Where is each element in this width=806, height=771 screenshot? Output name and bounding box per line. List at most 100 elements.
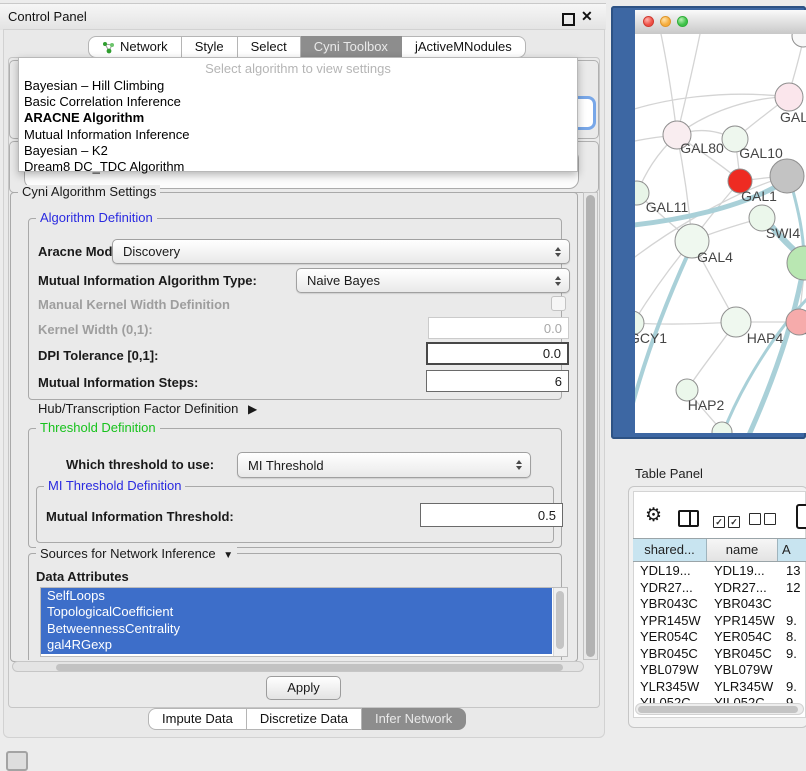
network-canvas[interactable]: GALGAL80GAL10GAL1GAL11SWI4GAL4GCY1HAP4YH…	[635, 34, 806, 433]
network-node-top-partial[interactable]	[792, 34, 806, 47]
network-canvas-svg: GALGAL80GAL10GAL1GAL11SWI4GAL4GCY1HAP4YH…	[635, 34, 806, 433]
node-label: SWI4	[766, 225, 800, 241]
table-cell: YER054C	[708, 629, 780, 646]
settings-horizontal-scrollbar[interactable]	[12, 661, 584, 672]
cyni-bottom-tabs: Impute Data Discretize Data Infer Networ…	[148, 708, 466, 730]
dropdown-item[interactable]: Dream8 DC_TDC Algorithm	[19, 159, 577, 175]
table-panel-title: Table Panel	[635, 466, 703, 481]
attribute-item-selected[interactable]: SelfLoops	[41, 588, 552, 604]
table-cell: 9.	[780, 679, 806, 696]
mi-steps-label: Mutual Information Steps:	[38, 375, 198, 390]
gear-icon[interactable]: ⚙	[645, 506, 662, 526]
combo-arrows-icon	[555, 276, 561, 286]
mi-steps-input[interactable]: 6	[426, 370, 569, 392]
float-window-button[interactable]	[562, 13, 575, 26]
tab-jactivemnodules-label: jActiveMNodules	[415, 36, 512, 58]
network-edge[interactable]	[677, 34, 700, 135]
mi-algorithm-type-value: Naive Bayes	[307, 273, 380, 288]
tab-style[interactable]: Style	[182, 36, 238, 58]
deselect-all-checks-icon[interactable]	[749, 513, 779, 528]
node-label: GAL10	[739, 145, 783, 161]
list-vertical-scrollbar[interactable]	[553, 588, 567, 656]
network-node-pink-top[interactable]	[775, 83, 803, 111]
column-header-clipped[interactable]: A	[778, 539, 806, 561]
settings-vertical-scrollbar[interactable]	[583, 192, 598, 660]
table-row[interactable]: YBR043CYBR043C	[633, 596, 806, 613]
expander-arrow-down-icon: ▼	[223, 550, 233, 561]
mi-algorithm-type-label: Mutual Information Algorithm Type:	[38, 273, 257, 288]
table-row[interactable]: YBR045CYBR045C9.	[633, 646, 806, 663]
table-cell: YBR043C	[633, 596, 708, 613]
network-node-green[interactable]	[787, 246, 806, 280]
tab-infer-network-label: Infer Network	[375, 708, 452, 730]
dropdown-item[interactable]: Bayesian – K2	[19, 143, 577, 159]
tab-style-label: Style	[195, 36, 224, 58]
table-row[interactable]: YER054CYER054C8.	[633, 629, 806, 646]
hub-definition-expander[interactable]: Hub/Transcription Factor Definition ▶	[38, 401, 257, 416]
scrollbar-thumb[interactable]	[638, 706, 798, 713]
dropdown-item[interactable]: Bayesian – Hill Climbing	[19, 78, 577, 94]
apply-button[interactable]: Apply	[266, 676, 341, 700]
table-row[interactable]: YLR345WYLR345W9.	[633, 679, 806, 696]
minimize-traffic-light[interactable]	[660, 16, 671, 27]
table-cell: YDR27...	[708, 580, 780, 597]
table-cell: YLR345W	[633, 679, 708, 696]
which-threshold-select[interactable]: MI Threshold	[237, 452, 531, 478]
table-cell	[780, 662, 806, 679]
corner-widget-icon[interactable]	[6, 751, 28, 771]
tab-cyni-toolbox[interactable]: Cyni Toolbox	[301, 36, 402, 58]
tab-network[interactable]: Network	[88, 36, 182, 58]
data-attributes-list: SelfLoops TopologicalCoefficient Between…	[40, 587, 568, 657]
network-edge[interactable]	[744, 264, 804, 433]
table-rows: YDL19...YDL19...13YDR27...YDR27...12YBR0…	[633, 563, 806, 707]
tab-discretize-data[interactable]: Discretize Data	[247, 708, 362, 730]
dpi-tolerance-label: DPI Tolerance [0,1]:	[38, 348, 158, 363]
table-cell: YER054C	[633, 629, 708, 646]
tab-jactivemnodules[interactable]: jActiveMNodules	[402, 36, 526, 58]
new-column-icon[interactable]	[796, 504, 806, 529]
close-traffic-light[interactable]	[643, 16, 654, 27]
attribute-item-selected[interactable]: gal4RGexp	[41, 637, 552, 653]
tab-infer-network[interactable]: Infer Network	[362, 708, 466, 730]
split-view-icon[interactable]	[678, 510, 699, 527]
table-row[interactable]: YPR145WYPR145W9.	[633, 613, 806, 630]
aracne-mode-value: Discovery	[123, 244, 180, 259]
aracne-mode-select[interactable]: Discovery	[112, 239, 570, 264]
scrollbar-thumb[interactable]	[556, 591, 564, 649]
manual-kernel-checkbox[interactable]	[551, 296, 566, 311]
combo-arrows-icon	[516, 460, 522, 470]
table-cell: YDR27...	[633, 580, 708, 597]
network-edge[interactable]	[661, 34, 677, 135]
table-horizontal-scrollbar[interactable]	[635, 703, 804, 715]
select-all-checks-icon[interactable]: ✓✓	[713, 513, 743, 528]
table-cell: 13	[780, 563, 806, 580]
attribute-item-selected[interactable]: TopologicalCoefficient	[41, 604, 552, 620]
table-cell: YPR145W	[708, 613, 780, 630]
dropdown-item-selected[interactable]: ARACNE Algorithm	[19, 110, 577, 126]
algorithm-dropdown-popup: Select algorithm to view settings Bayesi…	[18, 57, 578, 172]
table-row[interactable]: YBL079WYBL079W	[633, 662, 806, 679]
zoom-traffic-light[interactable]	[677, 16, 688, 27]
kernel-width-input[interactable]: 0.0	[428, 317, 569, 339]
tab-select[interactable]: Select	[238, 36, 301, 58]
column-header-shared[interactable]: shared...	[633, 539, 707, 561]
dpi-tolerance-input[interactable]: 0.0	[426, 342, 569, 365]
kernel-width-label: Kernel Width (0,1):	[38, 322, 153, 337]
table-cell: 12	[780, 580, 806, 597]
attribute-item-selected[interactable]: BetweennessCentrality	[41, 621, 552, 637]
table-row[interactable]: YDL19...YDL19...13	[633, 563, 806, 580]
table-row[interactable]: YDR27...YDR27...12	[633, 580, 806, 597]
mi-threshold-input[interactable]: 0.5	[420, 503, 563, 527]
scrollbar-thumb[interactable]	[56, 664, 563, 671]
dropdown-item[interactable]: Mutual Information Inference	[19, 127, 577, 143]
dropdown-item[interactable]: Basic Correlation Inference	[19, 94, 577, 110]
tab-impute-data[interactable]: Impute Data	[148, 708, 247, 730]
scrollbar-thumb[interactable]	[586, 195, 595, 657]
close-icon[interactable]: ✕	[581, 8, 593, 25]
tab-network-label: Network	[120, 36, 168, 58]
mi-algorithm-type-select[interactable]: Naive Bayes	[296, 268, 570, 293]
column-header-name[interactable]: name	[707, 539, 778, 561]
table-cell: 9.	[780, 646, 806, 663]
which-threshold-value: MI Threshold	[248, 458, 324, 473]
sources-title[interactable]: Sources for Network Inference ▼	[36, 547, 237, 563]
